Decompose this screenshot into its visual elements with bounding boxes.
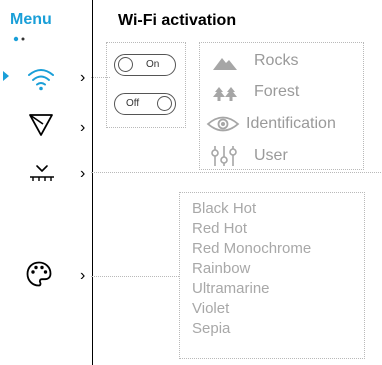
eye-icon [206, 116, 240, 132]
nav-item-horizon[interactable]: › [22, 158, 88, 188]
mode-item-user[interactable]: User [210, 144, 362, 168]
selection-indicator-icon [3, 71, 9, 81]
menu-title: Menu [10, 11, 52, 28]
mode-item-forest[interactable]: Forest [212, 82, 362, 106]
nav-item-color-palettes[interactable]: › [22, 258, 88, 290]
mode-label: Identification [246, 115, 336, 132]
mountain-icon [213, 58, 237, 70]
palette-item-ultramarine[interactable]: Ultramarine [192, 279, 311, 299]
trees-icon [213, 87, 237, 101]
palette-item-black-hot[interactable]: Black Hot [192, 199, 311, 219]
mode-label: Forest [254, 83, 300, 100]
mode-label: Rocks [254, 52, 299, 69]
triangle-filter-icon [29, 114, 53, 136]
toggle-off-label: Off [126, 98, 140, 109]
palette-item-red-hot[interactable]: Red Hot [192, 219, 311, 239]
palette-item-violet[interactable]: Violet [192, 299, 311, 319]
horizon-chevron-icon [30, 165, 54, 181]
nav-item-wifi[interactable]: › [22, 64, 88, 94]
palette-item-red-monochrome[interactable]: Red Monochrome [192, 239, 311, 259]
toggle-on-label: On [146, 59, 160, 70]
palette-item-rainbow[interactable]: Rainbow [192, 259, 311, 279]
palette-icon [26, 261, 52, 287]
mode-item-rocks[interactable]: Rocks [212, 51, 362, 75]
wifi-toggle-panel: On Off [106, 42, 186, 128]
wifi-icon [28, 69, 54, 91]
menu-dots-icon [13, 36, 25, 42]
chevron-right-icon: › [80, 119, 86, 136]
modes-panel: Rocks Forest Identification User [199, 42, 364, 170]
palette-list: Black Hot Red Hot Red Monochrome Rainbow… [192, 199, 311, 339]
connector-line [91, 276, 179, 277]
page-title: Wi-Fi activation [118, 12, 237, 29]
nav-item-observation-modes[interactable]: › [22, 110, 88, 140]
palette-item-sepia[interactable]: Sepia [192, 319, 311, 339]
mode-item-identification[interactable]: Identification [206, 112, 362, 136]
sliders-icon [211, 146, 237, 166]
chevron-right-icon: › [80, 69, 86, 86]
toggle-knob [157, 96, 172, 111]
chevron-right-icon: › [80, 267, 86, 284]
mode-label: User [254, 147, 288, 164]
menu-divider [92, 0, 93, 365]
palettes-panel: Black Hot Red Hot Red Monochrome Rainbow… [179, 192, 365, 359]
wifi-on-toggle[interactable]: On [114, 54, 176, 76]
connector-line [91, 172, 381, 173]
wifi-off-toggle[interactable]: Off [114, 93, 176, 115]
toggle-knob [118, 57, 133, 72]
chevron-right-icon: › [80, 165, 86, 182]
